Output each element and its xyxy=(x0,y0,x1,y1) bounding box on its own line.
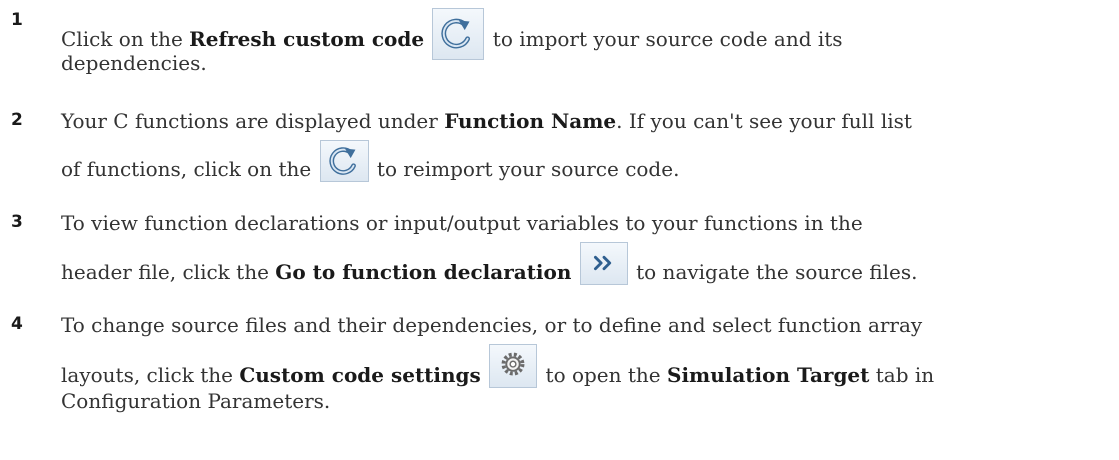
refresh-icon xyxy=(432,8,485,60)
double-chevron-right-icon xyxy=(579,242,628,285)
step-text: Click on the Refresh custom code to impo… xyxy=(61,8,1111,76)
gear-icon xyxy=(489,344,538,388)
step-number: 1 xyxy=(11,10,23,30)
simulation-target-label: Simulation Target xyxy=(667,363,870,387)
function-name-label: Function Name xyxy=(444,109,617,133)
step-number: 4 xyxy=(11,314,23,334)
step-text: Your C functions are displayed under Fun… xyxy=(61,109,912,182)
step-number: 2 xyxy=(11,110,23,130)
go-to-function-declaration-label: Go to function declaration xyxy=(275,260,572,284)
refresh-custom-code-label: Refresh custom code xyxy=(189,27,425,51)
step-number: 3 xyxy=(11,212,23,232)
step-text: To change source files and their depende… xyxy=(61,313,935,413)
refresh-icon xyxy=(319,140,369,182)
custom-code-settings-label: Custom code settings xyxy=(239,363,481,387)
step-text: To view function declarations or input/o… xyxy=(61,211,918,285)
